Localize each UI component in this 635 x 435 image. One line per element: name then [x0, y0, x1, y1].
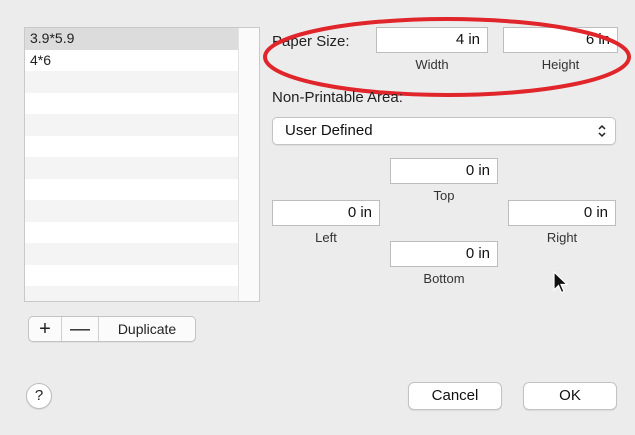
- remove-button[interactable]: —: [62, 317, 99, 341]
- right-caption: Right: [546, 230, 578, 245]
- bottom-caption: Bottom: [423, 271, 465, 286]
- empty-row: [25, 243, 239, 265]
- list-controls: + — Duplicate: [28, 316, 196, 342]
- empty-row: [25, 114, 239, 136]
- add-button[interactable]: +: [29, 317, 62, 341]
- list-item[interactable]: 4*6: [25, 50, 239, 72]
- empty-row: [25, 222, 239, 244]
- duplicate-button[interactable]: Duplicate: [99, 317, 195, 341]
- empty-row: [25, 286, 239, 301]
- empty-row: [25, 71, 239, 93]
- ok-button[interactable]: OK: [523, 382, 617, 410]
- empty-row: [25, 265, 239, 287]
- up-down-chevron-icon: [598, 124, 606, 138]
- non-printable-popup[interactable]: User Defined: [272, 117, 616, 145]
- top-caption: Top: [433, 188, 455, 203]
- non-printable-label: Non-Printable Area:: [272, 89, 403, 106]
- empty-row: [25, 93, 239, 115]
- popup-selected-value: User Defined: [285, 122, 373, 139]
- left-margin-field[interactable]: 0 in: [272, 200, 380, 226]
- empty-row: [25, 136, 239, 158]
- top-margin-field[interactable]: 0 in: [390, 158, 498, 184]
- left-caption: Left: [315, 230, 337, 245]
- paper-size-rows: 3.9*5.9 4*6: [25, 28, 239, 301]
- empty-row: [25, 157, 239, 179]
- list-item[interactable]: 3.9*5.9: [25, 28, 239, 50]
- empty-row: [25, 179, 239, 201]
- empty-row: [25, 200, 239, 222]
- help-button[interactable]: ?: [26, 383, 52, 409]
- right-margin-field[interactable]: 0 in: [508, 200, 616, 226]
- list-scrollbar[interactable]: [238, 28, 259, 301]
- annotation-circle: [263, 17, 631, 97]
- bottom-margin-field[interactable]: 0 in: [390, 241, 498, 267]
- paper-size-list[interactable]: 3.9*5.9 4*6: [24, 27, 260, 302]
- cancel-button[interactable]: Cancel: [408, 382, 502, 410]
- mouse-cursor-icon: [553, 271, 569, 294]
